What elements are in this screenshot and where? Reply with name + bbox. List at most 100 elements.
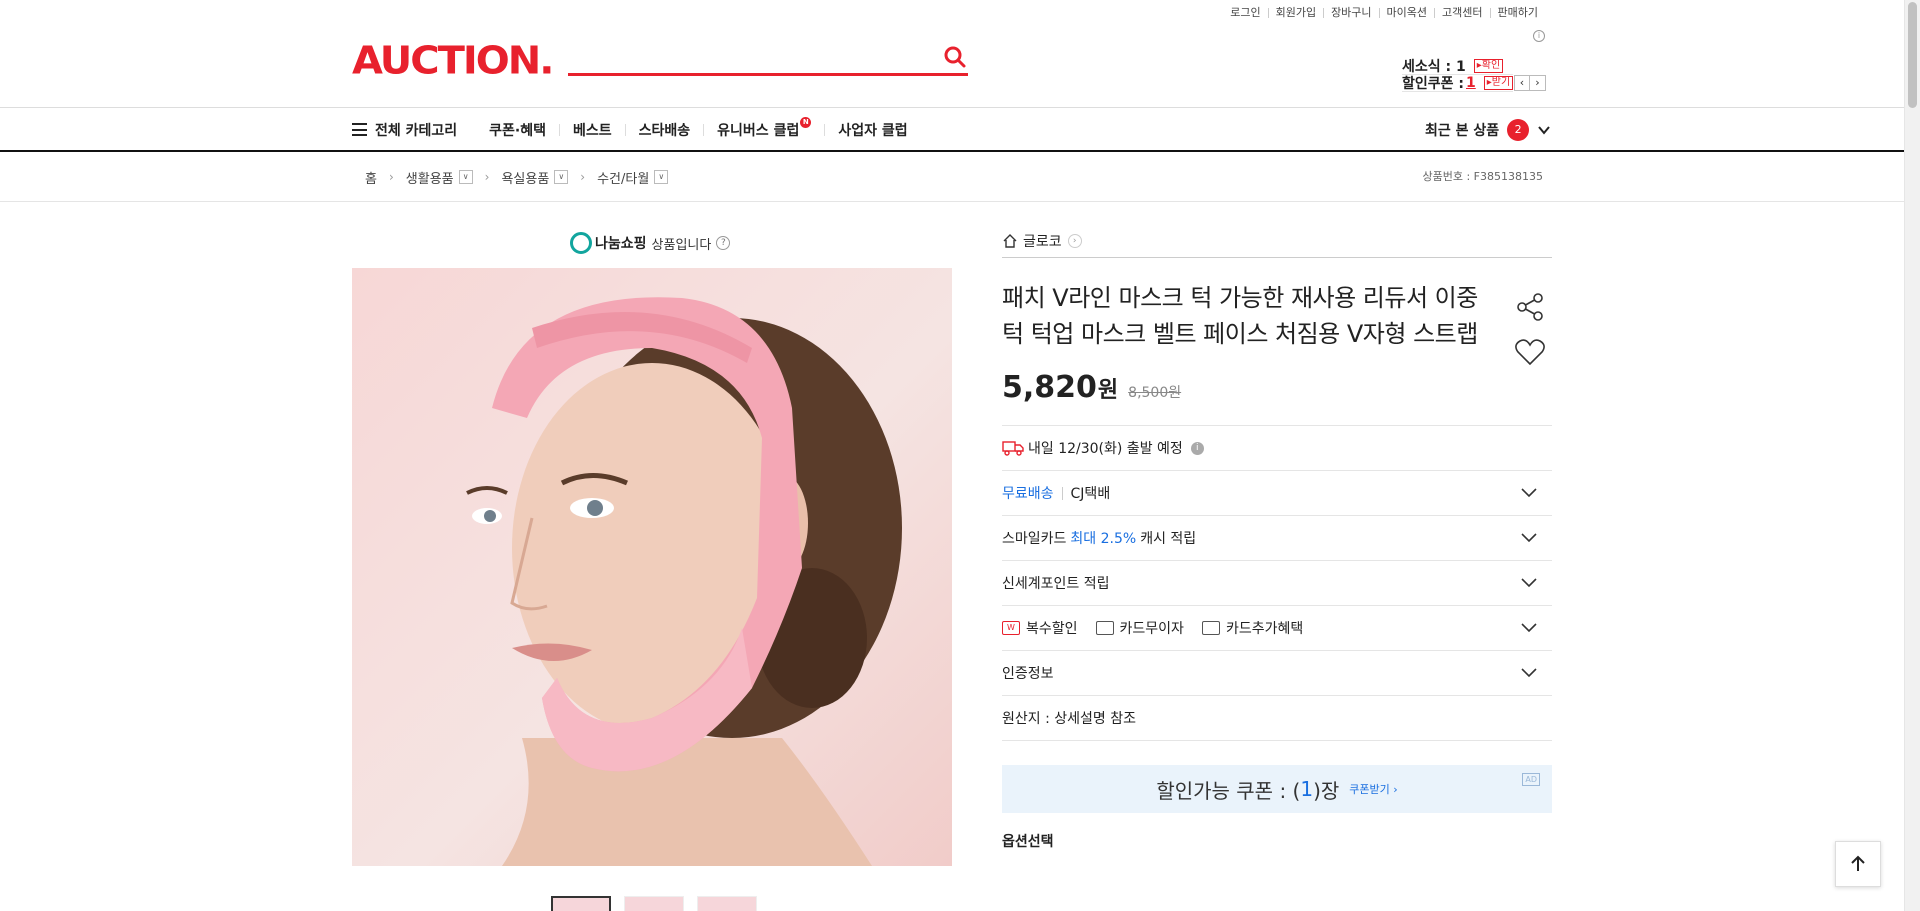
chevron-down-icon xyxy=(1538,125,1550,135)
breadcrumb-level1[interactable]: 생활용품 xyxy=(406,168,454,187)
ssg-point-row[interactable]: 신세계포인트 적립 xyxy=(1002,561,1552,606)
all-category-button[interactable]: 전체 카테고리 xyxy=(352,120,457,140)
original-price: 8,500원 xyxy=(1128,385,1182,401)
home-icon xyxy=(1003,233,1017,248)
chevron-down-icon xyxy=(1521,668,1537,678)
coupon-suffix: )장 xyxy=(1313,778,1340,803)
gnb-star-delivery[interactable]: 스타배송 xyxy=(639,120,691,140)
price-unit: 원 xyxy=(1097,378,1119,403)
certification-row[interactable]: 인증정보 xyxy=(1002,651,1552,696)
thumbnail-3[interactable] xyxy=(697,896,757,911)
global-nav: 전체 카테고리 쿠폰·혜택 베스트 스타배송 유니버스 클럽 N 사업자 클럽 … xyxy=(0,107,1904,152)
heart-icon[interactable] xyxy=(1514,336,1546,368)
info-circle-icon[interactable]: i xyxy=(1533,30,1545,42)
chevron-right-icon: › xyxy=(388,170,394,184)
utility-nav: 로그인 회원가입 장바구니 마이옥션 고객센터 판매하기 xyxy=(1223,6,1545,20)
smilecard-rate: 최대 2.5% xyxy=(1070,531,1137,547)
search-input[interactable] xyxy=(568,38,928,72)
breadcrumb-level3[interactable]: 수건/타월 xyxy=(597,168,649,187)
coupon-banner[interactable]: 할인가능 쿠폰 : ( 1 )장 쿠폰받기 › AD xyxy=(1002,765,1552,813)
new-badge: N xyxy=(800,117,812,128)
delivery-company: CJ택배 xyxy=(1070,486,1111,502)
benefits-row[interactable]: W 복수할인 카드무이자 카드추가혜택 xyxy=(1002,606,1552,651)
dropdown-icon[interactable]: ∨ xyxy=(554,170,569,184)
breadcrumb: 홈 › 생활용품 ∨ › 욕실용품 ∨ › 수건/타월 ∨ xyxy=(365,152,669,202)
sell-link[interactable]: 판매하기 xyxy=(1491,6,1545,20)
page-scrollbar[interactable] xyxy=(1904,0,1920,911)
breadcrumb-level2[interactable]: 욕실용품 xyxy=(501,168,549,187)
multi-discount-label: 복수할인 xyxy=(1026,621,1078,637)
gnb-best[interactable]: 베스트 xyxy=(573,120,612,140)
smilecard-row[interactable]: 스마일카드 최대 2.5% 캐시 적립 xyxy=(1002,516,1552,561)
divider xyxy=(824,123,826,136)
truck-icon xyxy=(1002,441,1024,456)
thumbnail-1[interactable] xyxy=(551,896,611,911)
recent-products-label: 최근 본 상품 xyxy=(1425,122,1500,139)
divider xyxy=(703,123,705,136)
search-icon[interactable] xyxy=(942,44,968,70)
auction-logo[interactable]: AUCTION. xyxy=(352,39,554,83)
gnb-coupon-benefit[interactable]: 쿠폰·혜택 xyxy=(489,120,546,140)
breadcrumb-bar: 홈 › 생활용품 ∨ › 욕실용품 ∨ › 수건/타월 ∨ 상품번호 : F38… xyxy=(0,152,1904,202)
product-main-image[interactable] xyxy=(352,268,952,866)
scrollbar-thumb[interactable] xyxy=(1908,2,1917,108)
chevron-right-icon: › xyxy=(1067,233,1082,248)
info-icon[interactable]: i xyxy=(1190,441,1204,455)
coupon-count[interactable]: 1 xyxy=(1466,75,1476,91)
coupon-get-button[interactable]: ▸받기 xyxy=(1483,76,1514,90)
gnb-business-club[interactable]: 사업자 클럽 xyxy=(838,120,907,140)
thumbnail-list xyxy=(551,896,757,911)
card-extra-benefit: 카드추가혜택 xyxy=(1201,618,1304,638)
gnb-universe-club[interactable]: 유니버스 클럽 N xyxy=(717,117,812,140)
thumbnail-2[interactable] xyxy=(624,896,684,911)
smilecard-label: 스마일카드 xyxy=(1002,531,1067,547)
chevron-down-icon xyxy=(1521,533,1537,543)
next-arrow-icon[interactable]: › xyxy=(1530,75,1546,91)
gnb-universe-club-label: 유니버스 클럽 xyxy=(717,122,800,139)
divider xyxy=(1061,486,1063,500)
chevron-down-icon xyxy=(1521,488,1537,498)
my-auction-link[interactable]: 마이옥션 xyxy=(1380,6,1434,20)
ad-badge: AD xyxy=(1522,773,1540,786)
breadcrumb-home[interactable]: 홈 xyxy=(365,168,377,187)
origin-label: 원산지 : 상세설명 참조 xyxy=(1002,711,1136,727)
login-link[interactable]: 로그인 xyxy=(1223,6,1267,20)
nanum-text: 상품입니다 xyxy=(651,237,712,253)
arrow-up-icon xyxy=(1851,855,1865,871)
product-photo xyxy=(466,297,902,866)
recent-count-badge: 2 xyxy=(1507,118,1530,141)
dropdown-icon[interactable]: ∨ xyxy=(654,170,669,184)
all-category-label: 전체 카테고리 xyxy=(375,122,458,139)
mini-pager: ‹ › xyxy=(1514,75,1546,91)
coupon-get-label: 받기 xyxy=(1491,77,1511,88)
coupon-get-link[interactable]: 쿠폰받기 › xyxy=(1349,781,1397,797)
product-info: 글로코 › 패치 V라인 마스크 턱 가능한 재사용 리듀서 이중턱 턱업 마스… xyxy=(1002,228,1552,851)
divider xyxy=(559,123,560,136)
nanum-logo-text: 나눔쇼핑 xyxy=(595,236,647,252)
share-icon[interactable] xyxy=(1514,291,1546,323)
dropdown-icon[interactable]: ∨ xyxy=(458,170,473,184)
chevron-right-icon: › xyxy=(580,170,586,184)
chevron-right-icon: › xyxy=(484,170,490,184)
delivery-row[interactable]: 무료배송 CJ택배 xyxy=(1002,471,1552,516)
news-check-label: 확인 xyxy=(1481,60,1501,71)
recent-products-button[interactable]: 최근 본 상품 2 xyxy=(1425,108,1551,151)
store-name: 글로코 xyxy=(1023,233,1062,250)
help-icon[interactable]: ? xyxy=(716,236,731,250)
card-installment: 카드무이자 xyxy=(1095,618,1184,638)
shipping-date: 내일 12/30(화) 출발 예정 xyxy=(1028,441,1183,457)
certification-label: 인증정보 xyxy=(1002,666,1054,682)
options-title: 옵션선택 xyxy=(1002,834,1054,850)
prev-arrow-icon[interactable]: ‹ xyxy=(1514,75,1530,91)
scroll-top-button[interactable] xyxy=(1835,841,1881,887)
free-delivery-label: 무료배송 xyxy=(1002,486,1054,502)
coupon-prefix: 할인가능 쿠폰 : ( xyxy=(1156,778,1301,803)
signup-link[interactable]: 회원가입 xyxy=(1269,6,1323,20)
customer-center-link[interactable]: 고객센터 xyxy=(1435,6,1489,20)
card-extra-benefit-label: 카드추가혜택 xyxy=(1225,621,1304,637)
store-link[interactable]: 글로코 › xyxy=(1002,228,1552,258)
sale-price: 5,820 xyxy=(1002,370,1097,405)
card-installment-label: 카드무이자 xyxy=(1119,621,1184,637)
news-check-button[interactable]: ▸확인 xyxy=(1473,59,1504,73)
cart-link[interactable]: 장바구니 xyxy=(1324,6,1378,20)
